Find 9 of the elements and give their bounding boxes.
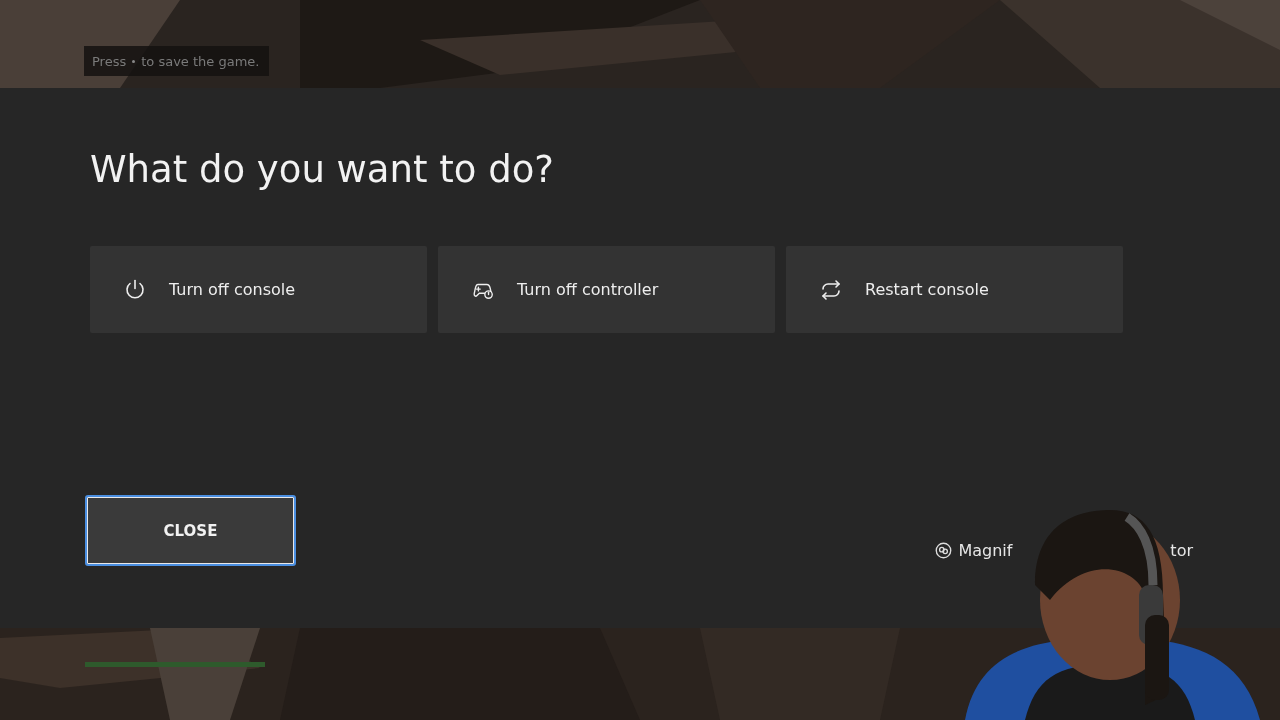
- restart-icon: [819, 277, 843, 302]
- option-tile[interactable]: Restart console: [786, 246, 1123, 333]
- hint-text: Press: [92, 53, 127, 69]
- option-tile[interactable]: Turn off controller: [438, 246, 775, 333]
- close-button[interactable]: CLOSE: [85, 495, 296, 566]
- hint-text: to save the game.: [141, 53, 260, 69]
- option-tile[interactable]: Turn off console: [90, 246, 427, 333]
- dialog-title: What do you want to do?: [90, 147, 555, 193]
- button-glyph-icon: [132, 59, 136, 63]
